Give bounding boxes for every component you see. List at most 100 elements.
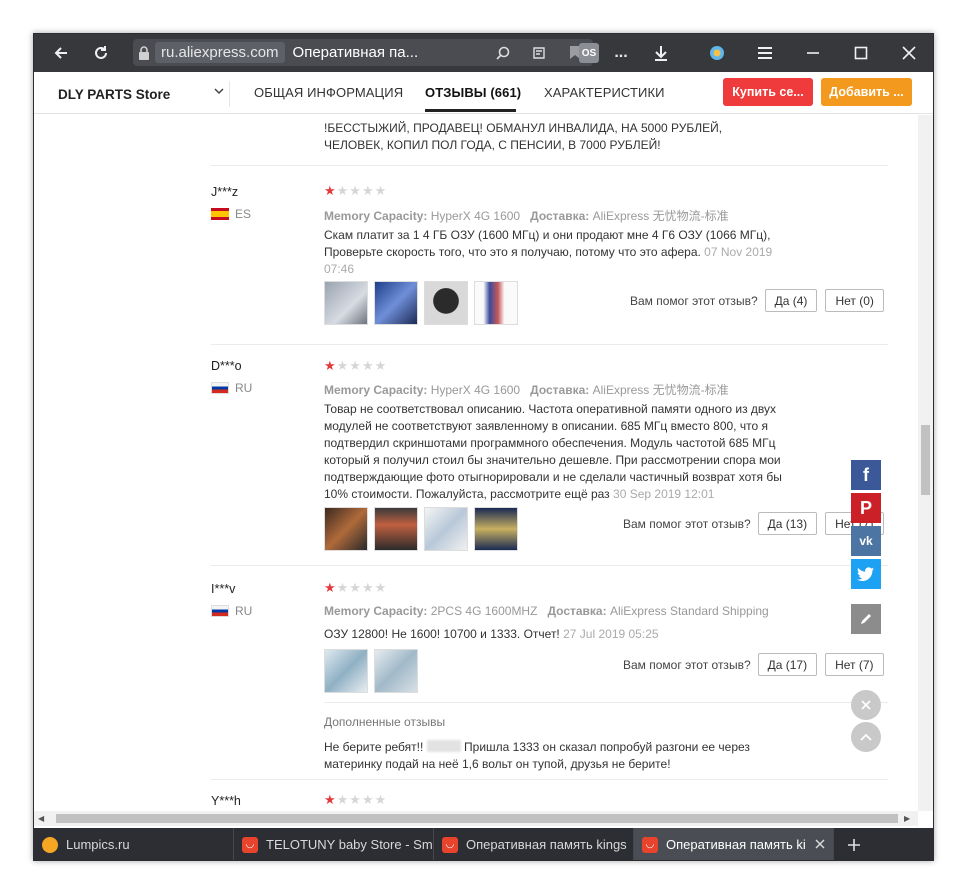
reader-mode-icon[interactable] (521, 39, 557, 66)
vertical-scrollbar[interactable] (918, 115, 933, 811)
alice-button[interactable] (700, 34, 734, 72)
review-photo[interactable] (374, 649, 418, 693)
close-share-icon[interactable] (851, 690, 881, 720)
reviewer-name: J***z (211, 185, 239, 199)
reviewer-name: I***v (211, 582, 236, 596)
review-meta: Memory Capacity: HyperX 4G 1600 Доставка… (324, 209, 729, 223)
review-photo[interactable] (324, 507, 368, 551)
header-divider (229, 81, 230, 107)
downloads-button[interactable] (644, 34, 678, 72)
facebook-icon[interactable]: f (851, 460, 881, 490)
browser-tab-active[interactable]: ◡ Оперативная память kir (634, 828, 834, 860)
vk-icon[interactable]: vk (851, 526, 881, 556)
russia-flag-icon (211, 382, 229, 394)
menu-button[interactable] (748, 34, 782, 72)
alice-icon (710, 46, 724, 60)
vote-no-button[interactable]: Нет (7) (825, 653, 884, 676)
review-photo[interactable] (324, 281, 368, 325)
address-bar[interactable]: ru.aliexpress.com Оперативная па... (133, 39, 593, 66)
browser-tabs: Lumpics.ru ◡ TELOTUNY baby Store - Sm ◡ … (34, 828, 933, 860)
review-photo[interactable] (374, 281, 418, 325)
close-window-button[interactable] (892, 34, 926, 72)
review-meta: Memory Capacity: HyperX 4G 1600 Доставка… (324, 383, 729, 397)
minimize-button[interactable] (796, 34, 830, 72)
maximize-button[interactable] (844, 34, 878, 72)
review-separator (211, 344, 888, 345)
tab-reviews[interactable]: ОТЗЫВЫ (661) (425, 85, 521, 100)
reviewer-country: ES (211, 207, 251, 221)
lock-icon (133, 39, 155, 66)
review-photos (324, 507, 518, 551)
download-icon (655, 46, 667, 61)
russia-flag-icon (211, 605, 229, 617)
active-tab-underline (425, 109, 516, 112)
pinterest-icon[interactable]: P (851, 493, 881, 523)
reload-icon (95, 46, 107, 59)
reviewer-country: RU (211, 604, 252, 618)
spain-flag-icon (211, 208, 229, 220)
review-photo[interactable] (324, 649, 368, 693)
search-key-icon[interactable] (485, 39, 521, 66)
review-meta: Memory Capacity: 2PCS 4G 1600MHZ Доставк… (324, 604, 769, 618)
helpful-vote: Вам помог этот отзыв? Да (4) Нет (0) (630, 289, 884, 312)
vote-yes-button[interactable]: Да (17) (757, 653, 818, 676)
back-button[interactable] (44, 34, 78, 72)
horizontal-scrollbar[interactable]: ◀ ▶ (34, 811, 918, 826)
tab-overview[interactable]: ОБЩАЯ ИНФОРМАЦИЯ (254, 85, 403, 100)
close-tab-icon[interactable] (815, 837, 825, 852)
vote-yes-button[interactable]: Да (4) (764, 289, 818, 312)
scroll-right-icon[interactable]: ▶ (904, 814, 910, 823)
add-to-cart-button[interactable]: Добавить ... (821, 78, 912, 106)
chevron-down-icon[interactable] (214, 85, 224, 99)
reload-button[interactable] (84, 34, 118, 72)
review-photo[interactable] (424, 281, 468, 325)
review-photo[interactable] (424, 507, 468, 551)
reviewer-name: D***o (211, 359, 242, 373)
review-text: Товар не соответствовал описанию. Частот… (324, 402, 782, 501)
review-photo[interactable] (374, 507, 418, 551)
plus-icon (848, 838, 860, 851)
vertical-scroll-thumb[interactable] (921, 425, 930, 495)
more-extensions-button[interactable]: ... (604, 34, 638, 72)
arrow-left-icon (54, 47, 67, 59)
tab-specs[interactable]: ХАРАКТЕРИСТИКИ (544, 85, 665, 100)
review-separator (211, 165, 888, 166)
review-photo[interactable] (474, 507, 518, 551)
omnibox-title: Оперативная па... (292, 44, 419, 61)
reviewer-country: RU (211, 381, 252, 395)
buy-now-button[interactable]: Купить се... (723, 78, 813, 106)
browser-tab[interactable]: Lumpics.ru (34, 828, 234, 860)
star-rating: ★★★★★ (324, 358, 388, 373)
browser-tab[interactable]: ◡ TELOTUNY baby Store - Sm (234, 828, 434, 860)
minimize-icon (807, 52, 819, 54)
review-photos (324, 649, 418, 693)
reviewer-name: Y***h (211, 794, 241, 808)
scroll-left-icon[interactable]: ◀ (38, 814, 44, 823)
close-icon (902, 46, 916, 60)
aliexpress-favicon: ◡ (242, 836, 258, 853)
star-rating: ★★★★★ (324, 183, 388, 198)
helpful-vote: Вам помог этот отзыв? Да (17) Нет (7) (623, 653, 884, 676)
domain-chip[interactable]: ru.aliexpress.com (155, 42, 285, 63)
review-text: Скам платит за 1 4 ГБ ОЗУ (1600 МГц) и о… (324, 228, 773, 276)
review-text: ОЗУ 12800! Не 1600! 10700 и 1333. Отчет!… (324, 627, 659, 641)
additional-separator (324, 702, 888, 703)
censored-word (426, 740, 461, 752)
browser-window: ru.aliexpress.com Оперативная па... OS .… (33, 33, 934, 861)
store-header: DLY PARTS Store ОБЩАЯ ИНФОРМАЦИЯ ОТЗЫВЫ … (34, 72, 933, 114)
twitter-icon[interactable] (851, 559, 881, 589)
new-tab-button[interactable] (834, 828, 874, 860)
vote-yes-button[interactable]: Да (13) (757, 512, 818, 535)
store-name[interactable]: DLY PARTS Store (58, 87, 170, 102)
hamburger-icon (758, 47, 772, 59)
edit-icon[interactable] (851, 604, 881, 634)
horizontal-scroll-thumb[interactable] (56, 814, 898, 823)
star-rating: ★★★★★ (324, 580, 388, 595)
browser-tab[interactable]: ◡ Оперативная память kings (434, 828, 634, 860)
aliexpress-favicon: ◡ (642, 836, 658, 853)
extension-os-icon[interactable]: OS (579, 43, 599, 63)
scroll-top-icon[interactable] (851, 722, 881, 752)
additional-reviews-title: Дополненные отзывы (324, 715, 446, 729)
review-photo[interactable] (474, 281, 518, 325)
vote-no-button[interactable]: Нет (0) (825, 289, 884, 312)
